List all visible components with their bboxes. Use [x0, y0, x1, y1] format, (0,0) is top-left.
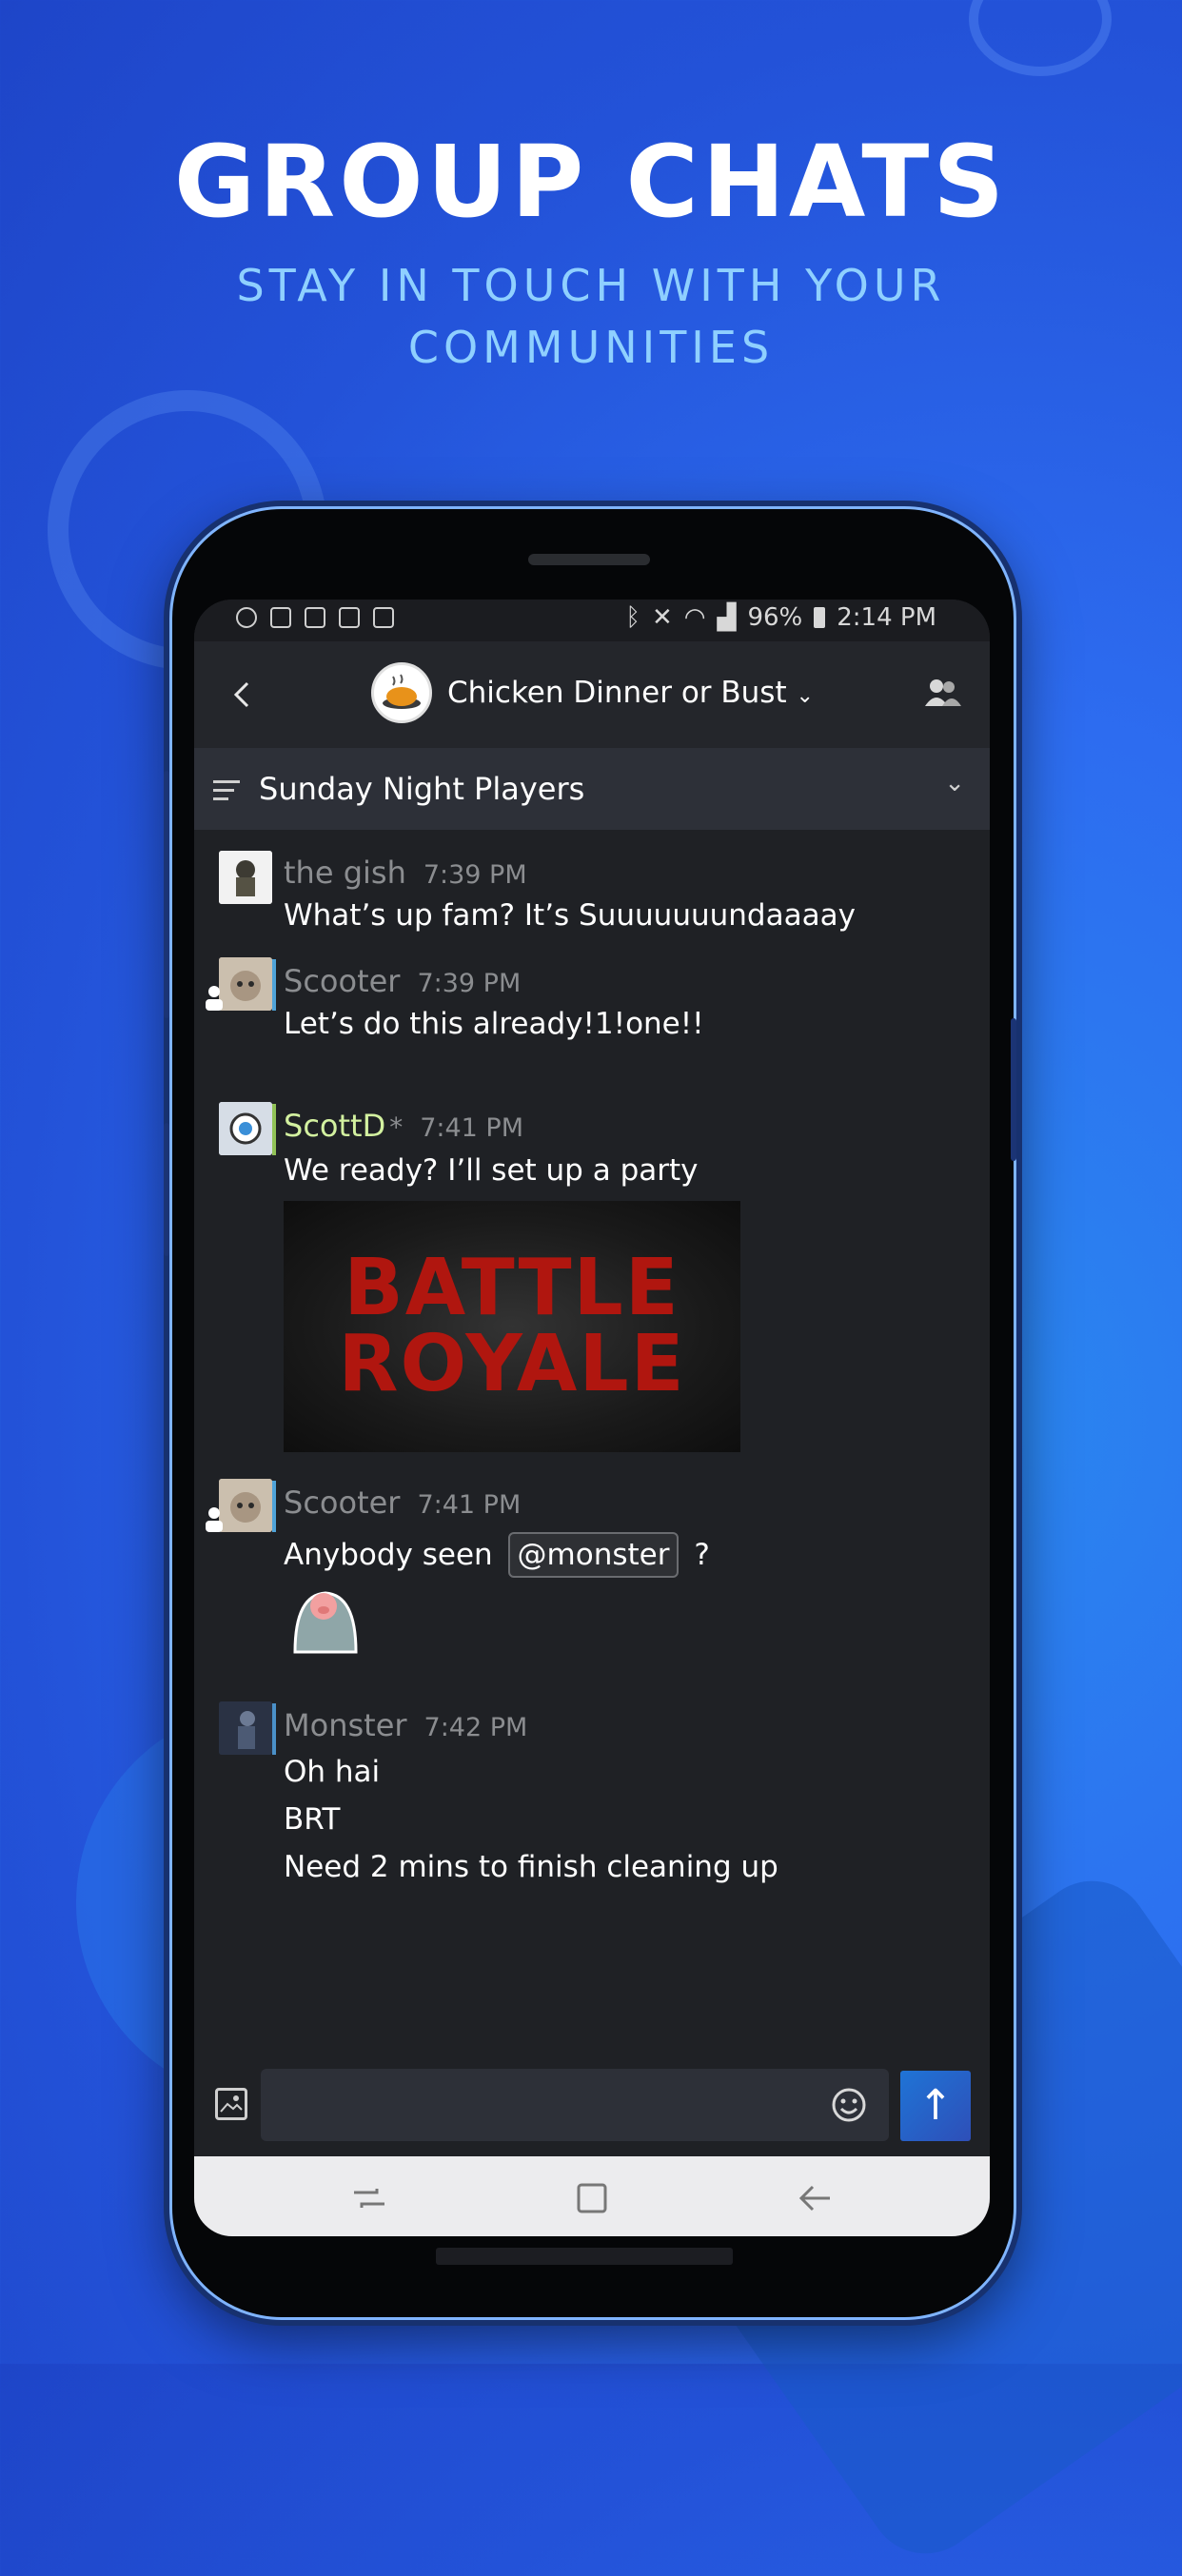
- channel-list-icon: [213, 780, 240, 806]
- send-button[interactable]: ↑: [900, 2071, 971, 2141]
- members-icon: [925, 679, 961, 706]
- message-author[interactable]: Scooter 7:39 PM: [284, 963, 521, 999]
- avatar[interactable]: [219, 957, 272, 1011]
- message-time: 7:39 PM: [417, 969, 522, 998]
- members-button[interactable]: [923, 674, 961, 712]
- channel-name: Sunday Night Players: [259, 771, 585, 807]
- recents-icon: [354, 2189, 384, 2208]
- chevron-down-icon: ⌄: [796, 684, 814, 708]
- mobile-user-icon: [204, 984, 225, 1013]
- message-time: 7:39 PM: [423, 860, 527, 890]
- robot-avatar-icon: [219, 1102, 272, 1155]
- back-nav-button[interactable]: [796, 2179, 834, 2217]
- bixby-button: [164, 1123, 169, 1256]
- sticker[interactable]: [286, 1578, 365, 1658]
- status-indicator: [272, 1481, 276, 1532]
- group-name-dropdown[interactable]: Chicken Dinner or Bust ⌄: [447, 676, 814, 710]
- image-icon: [220, 2095, 243, 2113]
- message-text: Need 2 mins to finish cleaning up: [284, 1850, 778, 1884]
- message-author[interactable]: the gish 7:39 PM: [284, 855, 527, 891]
- bluetooth-icon: ᛒ: [625, 603, 640, 632]
- emoji-button[interactable]: [830, 2086, 868, 2124]
- volume-button: [164, 771, 169, 1018]
- message-author[interactable]: Scooter 7:41 PM: [284, 1485, 521, 1521]
- steam-notification-icon: [236, 607, 257, 628]
- background-chat-bubble-icon: [969, 0, 1112, 76]
- image-text-line: BATTLE: [344, 1243, 680, 1333]
- gmail-notification-icon: [305, 607, 325, 628]
- system-status: ᛒ ✕ ◠ ▟ 96% 2:14 PM: [625, 603, 936, 632]
- phone-chin-bar: [436, 2248, 733, 2265]
- smiley-icon: [832, 2088, 866, 2122]
- message-time: 7:42 PM: [424, 1713, 528, 1742]
- status-bar: ᛒ ✕ ◠ ▟ 96% 2:14 PM: [194, 600, 990, 641]
- mute-icon: ✕: [651, 603, 673, 632]
- promo-subtitle: STAY IN TOUCH WITH YOUR COMMUNITIES: [236, 260, 946, 373]
- system-navigation-bar: [194, 2156, 990, 2236]
- nickname-marker: *: [389, 1111, 404, 1143]
- message-text: What’s up fam? It’s Suuuuuuundaaaay: [284, 898, 856, 933]
- user-mention[interactable]: @monster: [507, 1532, 680, 1578]
- signal-icon: ▟: [717, 603, 737, 632]
- channel-selector[interactable]: Sunday Night Players ⌄: [194, 748, 990, 830]
- clock: 2:14 PM: [837, 603, 936, 632]
- image-text-line: ROYALE: [338, 1319, 686, 1409]
- message-composer: ↑: [194, 2055, 990, 2156]
- phone-screen: ᛒ ✕ ◠ ▟ 96% 2:14 PM Chicken Dinner or Bu…: [194, 600, 990, 2236]
- message-text-before: Anybody seen: [284, 1538, 493, 1572]
- avatar[interactable]: [219, 1102, 272, 1155]
- promo-title: GROUP CHATS: [173, 124, 1009, 240]
- back-arrow-icon: [798, 2185, 830, 2212]
- mobile-user-icon: [204, 1505, 225, 1534]
- avatar[interactable]: [219, 851, 272, 904]
- cat-avatar-icon: [219, 957, 272, 1011]
- group-name-label: Chicken Dinner or Bust: [447, 676, 787, 710]
- home-square-icon: [577, 2183, 607, 2213]
- message-time: 7:41 PM: [420, 1113, 524, 1143]
- arrow-up-icon: ↑: [917, 2081, 954, 2130]
- embedded-image[interactable]: BATTLE ROYALE: [284, 1201, 740, 1452]
- search-notification-icon: [270, 607, 291, 628]
- message-input[interactable]: [261, 2069, 889, 2141]
- recents-button[interactable]: [350, 2179, 388, 2217]
- notification-icons: [236, 607, 394, 628]
- message-author[interactable]: ScottD * 7:41 PM: [284, 1108, 523, 1144]
- status-indicator: [272, 1104, 276, 1155]
- message-author[interactable]: Monster 7:42 PM: [284, 1707, 527, 1743]
- blanket-pig-sticker-icon: [293, 1591, 358, 1654]
- battery-percent: 96%: [747, 603, 803, 632]
- status-indicator: [272, 959, 276, 1011]
- message-text: BRT: [284, 1802, 341, 1837]
- avatar[interactable]: [219, 1701, 272, 1755]
- message-text: Oh hai: [284, 1755, 381, 1789]
- cat-avatar-icon: [219, 1479, 272, 1532]
- earpiece-speaker: [528, 554, 650, 565]
- status-indicator: [272, 1703, 276, 1755]
- image-notification-icon: [339, 607, 360, 628]
- battery-icon: [814, 607, 826, 628]
- chevron-left-icon: [233, 681, 249, 708]
- wifi-icon: ◠: [683, 603, 706, 632]
- home-button[interactable]: [573, 2179, 611, 2217]
- message-text: We ready? I’ll set up a party: [284, 1153, 699, 1188]
- attach-image-button[interactable]: [215, 2088, 247, 2120]
- message-text: Anybody seen @monster ?: [284, 1532, 710, 1578]
- power-button: [1011, 1018, 1016, 1161]
- back-button[interactable]: [223, 676, 261, 714]
- soldier-dark-avatar-icon: [219, 1701, 272, 1755]
- message-text: Let’s do this already!1!one!!: [284, 1007, 704, 1041]
- group-avatar[interactable]: [371, 662, 432, 723]
- chicken-dinner-icon: [383, 674, 421, 709]
- message-time: 7:41 PM: [417, 1490, 522, 1520]
- message-text-after: ?: [694, 1538, 710, 1572]
- chevron-down-icon: ⌄: [944, 769, 965, 797]
- document-notification-icon: [373, 607, 394, 628]
- soldier-avatar-icon: [219, 851, 272, 904]
- chat-header: Chicken Dinner or Bust ⌄: [194, 641, 990, 748]
- avatar[interactable]: [219, 1479, 272, 1532]
